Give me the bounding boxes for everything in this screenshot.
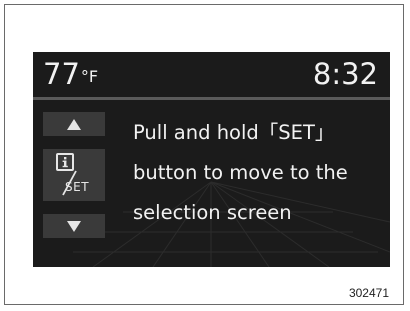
clock-time: 8:32 xyxy=(312,57,378,91)
status-divider xyxy=(33,97,390,100)
multi-function-display: 77°F 8:32 SET Pull and hold「SET」 button … xyxy=(33,52,390,267)
instruction-message: Pull and hold「SET」 button to move to the… xyxy=(133,113,390,233)
temperature-value: 77 xyxy=(43,57,80,91)
message-line: Pull and hold「SET」 xyxy=(133,121,335,144)
figure-frame: 77°F 8:32 SET Pull and hold「SET」 button … xyxy=(4,4,404,305)
scroll-down-button[interactable] xyxy=(43,214,105,238)
info-set-button[interactable]: SET xyxy=(43,149,105,201)
scroll-up-button[interactable] xyxy=(43,112,105,136)
triangle-down-icon xyxy=(67,220,81,232)
temperature-unit: °F xyxy=(80,67,99,86)
message-line: selection screen xyxy=(133,201,292,224)
message-line: button to move to the xyxy=(133,161,348,184)
set-label: SET xyxy=(65,180,90,194)
triangle-up-icon xyxy=(67,118,81,130)
status-bar: 77°F 8:32 xyxy=(33,56,390,94)
outside-temperature: 77°F xyxy=(43,57,98,94)
figure-id: 302471 xyxy=(348,286,389,300)
